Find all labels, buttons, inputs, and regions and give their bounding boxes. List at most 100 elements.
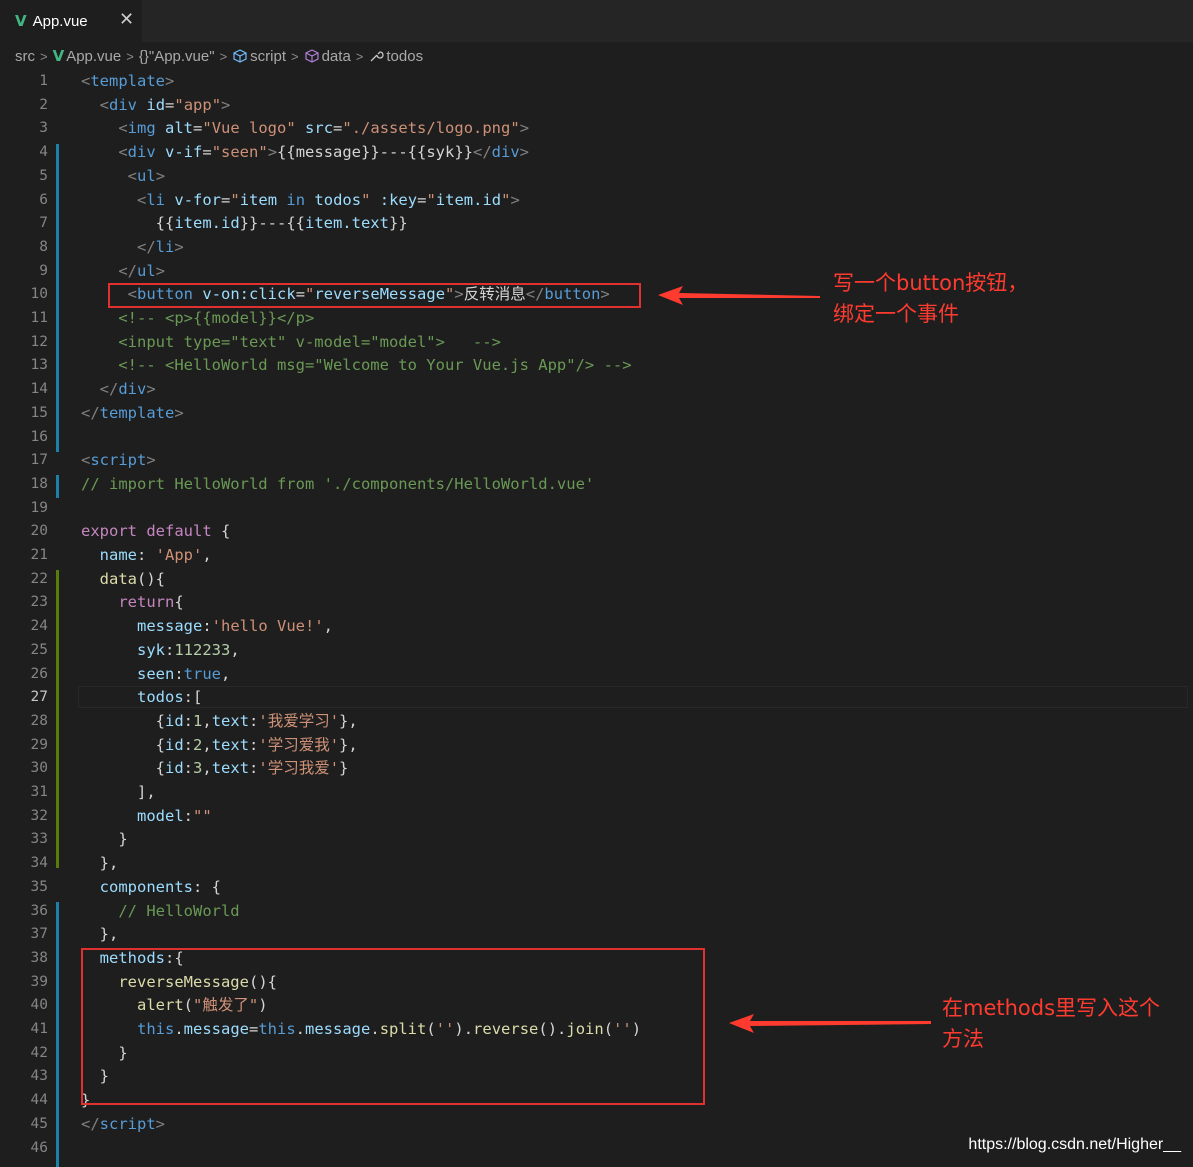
code-token: : xyxy=(249,735,259,754)
code-line[interactable]: 7 {{item.id}}---{{item.text}} xyxy=(0,212,1193,236)
code-line[interactable]: 2 <div id="app"> xyxy=(0,94,1193,118)
line-number: 6 xyxy=(39,191,48,208)
code-line[interactable]: 33 } xyxy=(0,828,1193,852)
code-text: {{item.id}}---{{item.text}} xyxy=(81,212,408,236)
code-line[interactable]: 22 data(){ xyxy=(0,568,1193,592)
code-line[interactable]: 18 // import HelloWorld from './component… xyxy=(0,473,1193,497)
code-token: = xyxy=(193,119,203,138)
code-line[interactable]: 3 <img alt="Vue logo" src="./assets/logo… xyxy=(0,117,1193,141)
code-line[interactable]: 32 model:"" xyxy=(0,805,1193,829)
code-token: '学习爱我' xyxy=(258,735,340,754)
code-line[interactable]: 27 todos:[ xyxy=(0,686,1193,710)
line-number: 3 xyxy=(39,120,48,137)
code-token: }, xyxy=(339,711,358,730)
code-token: name xyxy=(99,546,137,564)
code-line[interactable]: 31 ], xyxy=(0,781,1193,805)
code-line[interactable]: 13 <!-- <HelloWorld msg="Welcome to Your… xyxy=(0,354,1193,378)
code-token: < xyxy=(99,95,110,114)
code-text: }, xyxy=(81,923,119,947)
code-token: : xyxy=(249,711,259,730)
code-token: text xyxy=(211,711,250,730)
code-token: }, xyxy=(81,925,119,944)
line-number: 12 xyxy=(30,333,48,350)
code-line[interactable]: 30 {id:3,text:'学习我爱'} xyxy=(0,757,1193,781)
code-line[interactable]: 20 export default { xyxy=(0,520,1193,544)
code-line[interactable]: 29 {id:2,text:'学习爱我'}, xyxy=(0,734,1193,758)
code-token: ul xyxy=(137,166,156,185)
close-icon[interactable]: ✕ xyxy=(119,9,134,30)
code-line[interactable]: 5 <ul> xyxy=(0,165,1193,189)
tab-app-vue[interactable]: V App.vue ✕ xyxy=(0,0,142,42)
code-line[interactable]: 21 name: 'App', xyxy=(0,544,1193,568)
breadcrumb: src > V App.vue > {}"App.vue" > script >… xyxy=(0,42,1193,70)
code-line[interactable]: 8 </li> xyxy=(0,236,1193,260)
line-number: 43 xyxy=(30,1068,48,1085)
code-token: "seen" xyxy=(211,143,268,162)
code-token: } xyxy=(339,759,349,778)
code-token: return xyxy=(118,593,175,612)
line-number: 13 xyxy=(30,357,48,374)
code-line[interactable]: 36 // HelloWorld xyxy=(0,900,1193,924)
code-token: model xyxy=(137,806,184,825)
code-line[interactable]: 19 xyxy=(0,497,1193,521)
code-line[interactable]: 6 <li v-for="item in todos" :key="item.i… xyxy=(0,189,1193,213)
breadcrumb-label: src xyxy=(15,47,35,65)
code-line[interactable]: 25 syk:112233, xyxy=(0,639,1193,663)
code-text: model:"" xyxy=(81,805,212,829)
code-text: syk:112233, xyxy=(81,639,240,663)
code-token: > xyxy=(155,166,166,185)
code-token: src xyxy=(305,119,334,138)
code-line[interactable]: 15 </template> xyxy=(0,402,1193,426)
breadcrumb-item-script[interactable]: script xyxy=(232,48,286,65)
code-token: default xyxy=(146,522,212,541)
code-text: } xyxy=(81,828,127,852)
line-number: 34 xyxy=(30,855,48,872)
code-line[interactable]: 12 <input type="text" v-model="model"> -… xyxy=(0,331,1193,355)
breadcrumb-item-app-vue[interactable]: V App.vue xyxy=(53,47,122,65)
code-token: text xyxy=(211,735,250,754)
code-line[interactable]: 24 message:'hello Vue!', xyxy=(0,615,1193,639)
breadcrumb-label: todos xyxy=(386,47,424,65)
code-line[interactable]: 14 </div> xyxy=(0,378,1193,402)
code-token: : xyxy=(165,640,175,659)
code-line[interactable]: 34 }, xyxy=(0,852,1193,876)
line-number: 40 xyxy=(30,997,48,1014)
line-number: 2 xyxy=(39,96,48,113)
code-line[interactable]: 16 xyxy=(0,426,1193,450)
code-token: 1 xyxy=(193,711,203,730)
code-text: </template> xyxy=(81,402,184,426)
code-token: </ xyxy=(118,261,137,280)
code-line[interactable]: 45 </script> xyxy=(0,1113,1193,1137)
code-token: :key xyxy=(379,190,418,209)
code-line[interactable]: 1 <template> xyxy=(0,70,1193,94)
code-line[interactable]: 4 <div v-if="seen">{{message}}---{{syk}}… xyxy=(0,141,1193,165)
code-token: : { xyxy=(193,877,221,896)
breadcrumb-item-todos[interactable]: todos xyxy=(368,48,423,65)
line-number: 33 xyxy=(30,831,48,848)
line-number: 28 xyxy=(30,712,48,729)
code-text: {id:1,text:'我爱学习'}, xyxy=(81,710,358,734)
code-token: > xyxy=(519,143,530,162)
line-number: 38 xyxy=(30,949,48,966)
breadcrumb-item-data[interactable]: data xyxy=(304,48,351,65)
code-token: alt xyxy=(165,119,194,138)
breadcrumb-item-module[interactable]: {}"App.vue" xyxy=(139,48,215,65)
line-number: 21 xyxy=(30,547,48,563)
line-number: 1 xyxy=(39,73,48,89)
code-line[interactable]: 28 {id:1,text:'我爱学习'}, xyxy=(0,710,1193,734)
code-token: message xyxy=(137,617,203,636)
breadcrumb-item-src[interactable]: src xyxy=(15,48,35,65)
code-line[interactable]: 23 return{ xyxy=(0,591,1193,615)
breadcrumb-label: data xyxy=(321,47,351,65)
code-line[interactable]: 26 seen:true, xyxy=(0,663,1193,687)
line-number: 20 xyxy=(30,523,48,540)
line-number: 44 xyxy=(30,1092,48,1109)
code-line[interactable]: 37 }, xyxy=(0,923,1193,947)
code-line[interactable]: 35 components: { xyxy=(0,876,1193,900)
code-line[interactable]: 17 <script> xyxy=(0,449,1193,473)
